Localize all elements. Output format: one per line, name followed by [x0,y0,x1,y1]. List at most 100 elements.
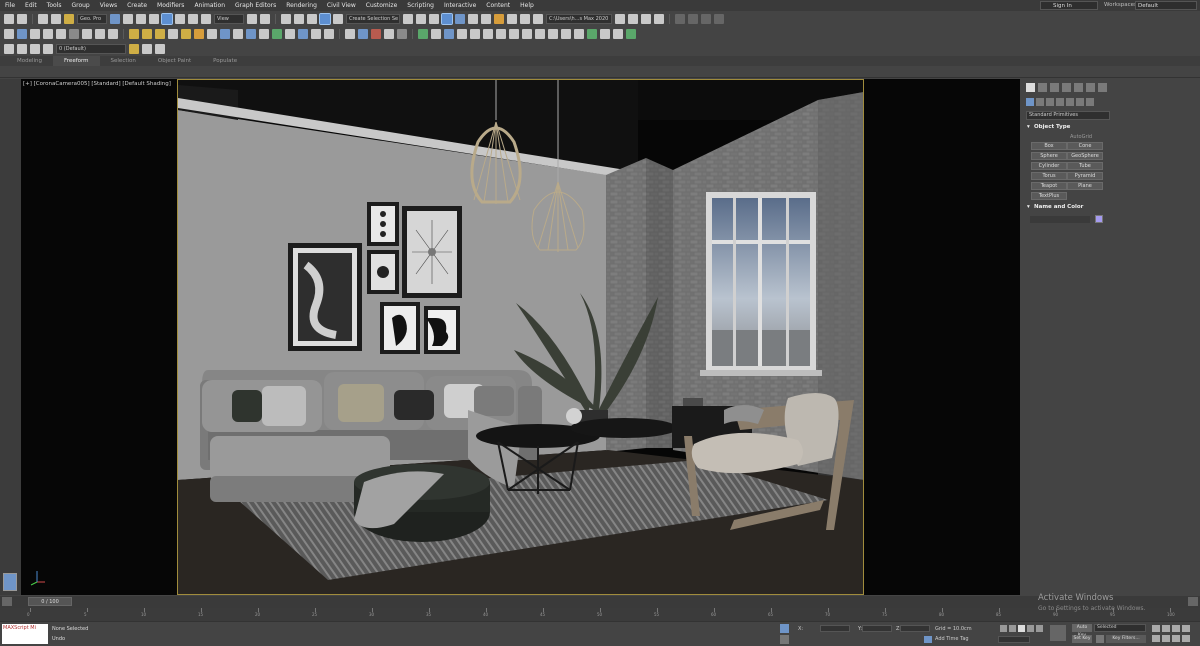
object-color-swatch[interactable] [1095,215,1103,223]
layer-icon[interactable] [17,44,27,54]
ribbon-tab-object-paint[interactable]: Object Paint [147,56,202,66]
plugin-icon[interactable] [444,29,454,39]
time-slider[interactable]: 0 / 100 [0,596,1200,608]
time-tag-icon[interactable] [924,636,932,643]
layer-icon[interactable] [30,44,40,54]
plugin-icon[interactable] [30,29,40,39]
plugin-icon[interactable] [108,29,118,39]
gray-tool-icon[interactable] [675,14,685,24]
select-object-icon[interactable] [110,14,120,24]
menu-group[interactable]: Group [66,0,94,11]
box-button[interactable]: Box [1031,142,1067,150]
bind-space-warp-icon[interactable] [64,14,74,24]
render-setup-icon[interactable] [507,14,517,24]
textplus-button[interactable]: TextPlus [1031,192,1067,200]
menu-views[interactable]: Views [95,0,122,11]
add-to-layer-icon[interactable] [129,44,139,54]
plugin-icon[interactable] [272,29,282,39]
plugin-icon[interactable] [522,29,532,39]
camera-icon[interactable] [207,29,217,39]
helpers-icon[interactable] [1066,98,1074,106]
plugin-icon[interactable] [82,29,92,39]
plugin-icon[interactable] [470,29,480,39]
chevron-down-icon[interactable] [626,29,636,39]
viewport-label[interactable]: [+] [CoronaCamera005] [Standard] [Defaul… [23,81,171,87]
align-icon[interactable] [416,14,426,24]
autogrid-checkbox[interactable]: AutoGrid [1070,134,1092,140]
menu-file[interactable]: File [0,0,20,11]
plugin-icon[interactable] [483,29,493,39]
cylinder-button[interactable]: Cylinder [1031,162,1067,170]
rectangular-selection-icon[interactable] [136,14,146,24]
select-manipulate-icon[interactable] [260,14,270,24]
zoom-icon[interactable] [1152,625,1160,632]
plugin-icon[interactable] [397,29,407,39]
field-of-view-icon[interactable] [1152,635,1160,642]
plugin-icon[interactable] [457,29,467,39]
sphere-button[interactable]: Sphere [1031,152,1067,160]
systems-icon[interactable] [1086,98,1094,106]
plugin-icon[interactable] [384,29,394,39]
plugin-icon[interactable] [4,29,14,39]
gray-tool-icon[interactable] [688,14,698,24]
folder-icon[interactable] [641,14,651,24]
named-selection-dropdown[interactable]: Create Selection Se [346,14,400,24]
x-coordinate-field[interactable] [820,625,850,632]
pyramid-button[interactable]: Pyramid [1067,172,1103,180]
display-tab-icon[interactable] [1074,83,1083,92]
mirror-icon[interactable] [403,14,413,24]
add-time-tag[interactable]: Add Time Tag [935,636,969,642]
chevron-left-icon[interactable] [2,597,12,606]
plugin-icon[interactable] [246,29,256,39]
rendered-frame-icon[interactable] [520,14,530,24]
orbit-icon[interactable] [1172,635,1180,642]
go-to-end-icon[interactable] [1036,625,1043,632]
play-icon[interactable] [1018,625,1025,632]
torus-button[interactable]: Torus [1031,172,1067,180]
workspace-dropdown[interactable]: Default [1135,1,1197,10]
menu-customize[interactable]: Customize [361,0,403,11]
set-key-button[interactable]: Set Key [1072,635,1092,643]
angle-snap-icon[interactable] [294,14,304,24]
plugin-icon[interactable] [17,29,27,39]
chevron-right-icon[interactable] [1188,597,1198,606]
key-filters-button[interactable]: Key Filters... [1106,635,1146,643]
object-name-field[interactable] [1030,216,1090,223]
plugin-icon[interactable] [69,29,79,39]
menu-scripting[interactable]: Scripting [402,0,439,11]
ribbon-tab-selection[interactable]: Selection [100,56,147,66]
cameras-icon[interactable] [1056,98,1064,106]
plugin-icon[interactable] [431,29,441,39]
link-icon[interactable] [38,14,48,24]
plugin-icon[interactable] [43,29,53,39]
plugin-icon[interactable] [371,29,381,39]
hierarchy-tab-icon[interactable] [1050,83,1059,92]
zoom-extents-icon[interactable] [1172,625,1180,632]
utilities-tab-icon[interactable] [1086,83,1095,92]
project-folder-icon[interactable] [628,14,638,24]
z-coordinate-field[interactable] [900,625,930,632]
select-scale-icon[interactable] [188,14,198,24]
undo-icon[interactable] [4,14,14,24]
plugin-icon[interactable] [600,29,610,39]
select-by-name-icon[interactable] [123,14,133,24]
motion-tab-icon[interactable] [1062,83,1071,92]
layer-dropdown[interactable]: 0 (Default) [56,44,126,54]
menu-content[interactable]: Content [481,0,515,11]
isolate-selection-icon[interactable] [780,624,789,633]
geosphere-button[interactable]: GeoSphere [1067,152,1103,160]
maxscript-listener[interactable]: MAXScript Mi [2,624,48,644]
redo-icon[interactable] [17,14,27,24]
lights-icon[interactable] [1046,98,1054,106]
light-icon[interactable] [142,29,152,39]
plugin-icon[interactable] [285,29,295,39]
zoom-extents-all-icon[interactable] [1182,625,1190,632]
plugin-icon[interactable] [509,29,519,39]
menu-interactive[interactable]: Interactive [439,0,481,11]
unlink-icon[interactable] [51,14,61,24]
viewport[interactable]: [+] [CoronaCamera005] [Standard] [Defaul… [21,79,1020,595]
menu-tools[interactable]: Tools [42,0,67,11]
plane-button[interactable]: Plane [1067,182,1103,190]
selection-lock-icon[interactable] [780,635,789,644]
layer-icon[interactable] [43,44,53,54]
